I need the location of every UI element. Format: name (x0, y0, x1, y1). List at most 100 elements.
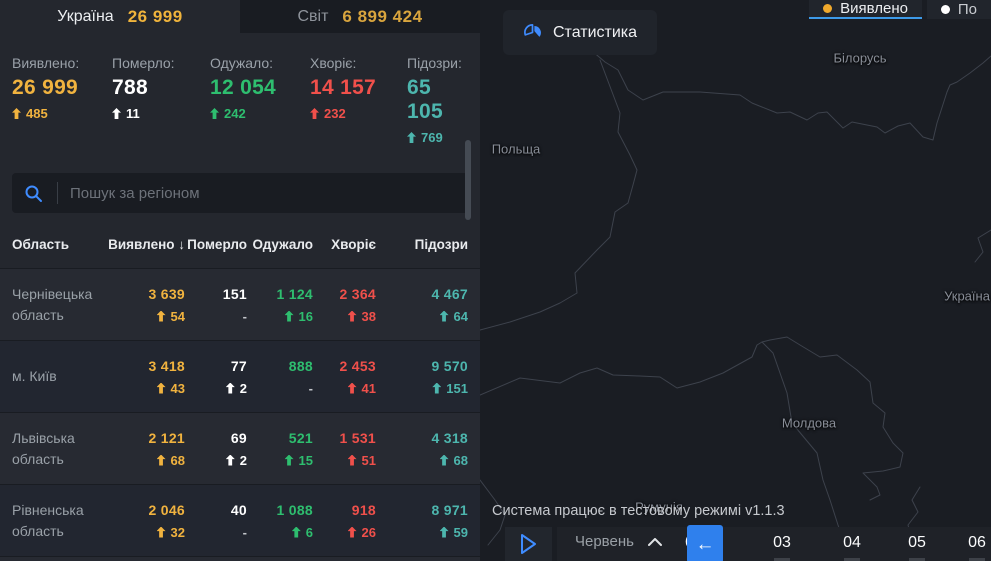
tab-ukraine[interactable]: Україна 26 999 (0, 0, 240, 33)
cell-value: 40 (185, 502, 247, 518)
header-region[interactable]: Область (12, 237, 107, 252)
map-legend-tabs: Виявлено По (809, 0, 991, 19)
summary-stats: Виявлено: 26 999 485 Померло: 788 11 Оду… (0, 33, 480, 159)
up-arrow-icon (226, 455, 235, 466)
stat-detected-delta-value: 485 (26, 106, 48, 121)
cell-sick: 2 453 41 (313, 358, 376, 396)
play-icon (520, 533, 538, 555)
stat-died-value: 788 (112, 76, 210, 100)
cell-delta: 26 (362, 525, 376, 540)
tab-world[interactable]: Світ 6 899 424 (240, 0, 480, 33)
cell-delta: 2 (240, 381, 247, 396)
stat-detected-label: Виявлено: (12, 55, 112, 71)
stat-recovered-label: Одужало: (210, 55, 310, 71)
table-row[interactable]: Чернівецька область 3 639 54 151 - 1 124… (0, 268, 480, 340)
up-arrow-icon (407, 132, 416, 143)
stat-recovered-value: 12 054 (210, 76, 310, 100)
up-arrow-icon (348, 383, 357, 394)
cell-suspected: 4 318 68 (376, 430, 468, 468)
panel-scrollbar[interactable] (465, 140, 471, 220)
timeline-day[interactable]: 05 (902, 534, 932, 552)
up-arrow-icon (440, 311, 449, 322)
cell-delta: 38 (362, 309, 376, 324)
map-label-poland: Польща (492, 142, 541, 157)
play-button[interactable] (505, 527, 552, 561)
timeline: Червень 02 03 04 05 06 ← (557, 527, 991, 561)
cell-value: 77 (185, 358, 247, 374)
stat-died-delta: 11 (112, 106, 210, 121)
stat-suspected-delta: 769 (407, 130, 468, 145)
header-sick[interactable]: Хворіє (313, 237, 376, 252)
legend-tab-detected-label: Виявлено (840, 0, 908, 17)
statistics-button-label: Статистика (553, 24, 637, 42)
map-label-belarus: Білорусь (833, 51, 886, 66)
up-arrow-icon (440, 527, 449, 538)
header-recovered[interactable]: Одужало (247, 237, 313, 252)
month-selector[interactable]: Червень (575, 533, 662, 550)
cell-died: 77 2 (185, 358, 247, 396)
stat-sick: Хворіє: 14 157 232 (310, 55, 407, 145)
table-row[interactable]: м. Київ 3 418 43 77 2 888 - 2 453 41 (0, 340, 480, 412)
stat-sick-delta: 232 (310, 106, 407, 121)
stats-panel: Україна 26 999 Світ 6 899 424 Виявлено: … (0, 0, 480, 561)
cell-value: 2 046 (107, 502, 185, 518)
cell-recovered: 1 124 16 (247, 286, 313, 324)
stat-suspected: Підозри: 65 105 769 (407, 55, 468, 145)
cell-delta: 68 (171, 453, 185, 468)
timeline-prev-button[interactable]: ← (687, 525, 723, 561)
next-row-partial (0, 556, 480, 561)
cell-value: 1 124 (247, 286, 313, 302)
cell-value: 1 531 (313, 430, 376, 446)
covid-dashboard: Україна 26 999 Світ 6 899 424 Виявлено: … (0, 0, 991, 561)
timeline-day[interactable]: 06 (962, 534, 991, 552)
cell-delta: 32 (171, 525, 185, 540)
up-arrow-icon (348, 455, 357, 466)
left-arrow-icon: ← (696, 535, 715, 554)
map-label-ukraine: Україна (944, 289, 990, 304)
cell-delta: 43 (171, 381, 185, 396)
cell-detected: 3 639 54 (107, 286, 185, 324)
tab-world-label: Світ (297, 8, 328, 26)
cell-died: 69 2 (185, 430, 247, 468)
cell-died: 151 - (185, 286, 247, 324)
up-arrow-icon (112, 108, 121, 119)
up-arrow-icon (157, 383, 166, 394)
cell-delta: 151 (446, 381, 468, 396)
legend-tab-died[interactable]: По (927, 0, 991, 19)
cell-value: 888 (247, 358, 313, 374)
cell-died: 40 - (185, 502, 247, 540)
timeline-day[interactable]: 04 (837, 534, 867, 552)
stat-recovered-delta: 242 (210, 106, 310, 121)
up-arrow-icon (310, 108, 319, 119)
cell-sick: 1 531 51 (313, 430, 376, 468)
cell-value: 521 (247, 430, 313, 446)
cell-detected: 2 121 68 (107, 430, 185, 468)
table-row[interactable]: Рівненська область 2 046 32 40 - 1 088 6… (0, 484, 480, 556)
header-detected[interactable]: Виявлено ↓ (107, 237, 185, 252)
stat-suspected-value: 65 105 (407, 76, 468, 124)
cell-delta: 2 (240, 453, 247, 468)
statistics-button[interactable]: Статистика (503, 10, 657, 55)
month-label: Червень (575, 533, 634, 550)
up-arrow-icon (226, 383, 235, 394)
table-header: Область Виявлено ↓ Померло Одужало Хворі… (0, 237, 480, 252)
map-area[interactable]: Білорусь Польща Україна Молдова Румунія … (480, 0, 991, 561)
header-suspected[interactable]: Підозри (376, 237, 468, 252)
up-arrow-icon (292, 527, 301, 538)
header-died[interactable]: Померло (185, 237, 247, 252)
sort-desc-icon: ↓ (178, 237, 185, 252)
cell-detected: 3 418 43 (107, 358, 185, 396)
cell-delta: 15 (299, 453, 313, 468)
cell-value: 69 (185, 430, 247, 446)
up-arrow-icon (348, 527, 357, 538)
stat-suspected-label: Підозри: (407, 55, 468, 71)
up-arrow-icon (157, 455, 166, 466)
cell-delta: 54 (171, 309, 185, 324)
table-row[interactable]: Львівська область 2 121 68 69 2 521 15 1… (0, 412, 480, 484)
stat-died-label: Померло: (112, 55, 210, 71)
map-label-moldova: Молдова (782, 416, 836, 431)
timeline-day[interactable]: 03 (767, 534, 797, 552)
region-name: Рівненська область (12, 500, 107, 541)
search-input[interactable] (70, 185, 456, 202)
legend-tab-detected[interactable]: Виявлено (809, 0, 922, 19)
